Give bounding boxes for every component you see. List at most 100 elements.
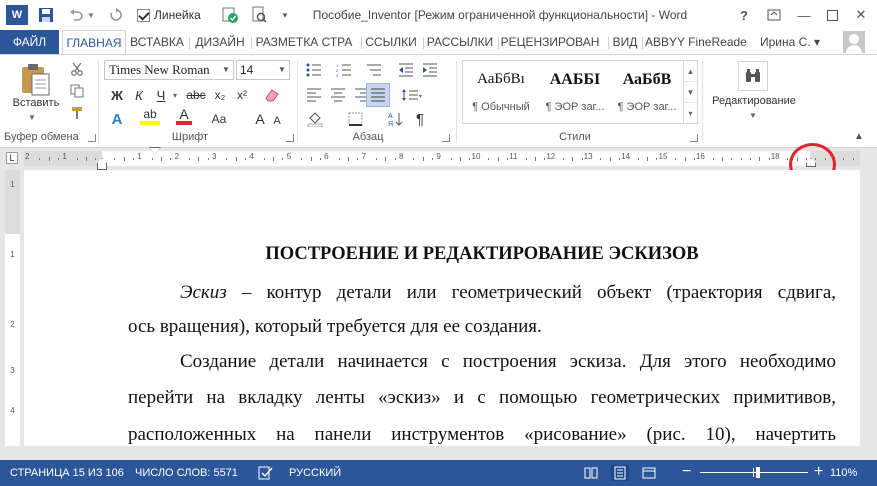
- paste-label[interactable]: Вставить: [8, 97, 64, 109]
- help-button[interactable]: ?: [732, 4, 756, 26]
- borders-button[interactable]: [344, 109, 368, 129]
- collapse-ribbon-icon[interactable]: ▲: [854, 131, 864, 142]
- ruler-tick: [123, 157, 125, 161]
- tab-insert[interactable]: ВСТАВКА: [128, 30, 186, 54]
- shrink-font-button[interactable]: A: [270, 111, 284, 131]
- page-count[interactable]: СТРАНИЦА 15 ИЗ 106: [10, 460, 124, 486]
- tab-mailings[interactable]: РАССЫЛКИ: [425, 30, 495, 54]
- document-page[interactable]: ПОСТРОЕНИЕ И РЕДАКТИРОВАНИЕ ЭСКИЗОВ Эски…: [24, 170, 860, 446]
- proofing-icon[interactable]: [258, 460, 274, 486]
- style-heading-2[interactable]: АаБбВ ¶ ЭОР заг...: [611, 61, 683, 123]
- web-layout-icon: [642, 467, 656, 479]
- justify-button[interactable]: [366, 83, 390, 107]
- horizontal-ruler[interactable]: L 2 1 1 2 3 4 5 6 7 8 9 10 11 12 13 14 15 16 18: [0, 147, 877, 170]
- styles-scroll-up-icon[interactable]: ▲: [684, 61, 697, 82]
- paragraph-launcher-icon[interactable]: [442, 134, 450, 142]
- subscript-button[interactable]: x₂: [210, 85, 230, 105]
- title-bar: W ▼ Линейка ▾ Пособие_Inventor [Режим ог…: [0, 0, 877, 30]
- bold-button[interactable]: Ж: [108, 85, 126, 105]
- tab-home[interactable]: ГЛАВНАЯ: [62, 30, 126, 55]
- align-center-button[interactable]: [328, 85, 348, 105]
- chevron-down-icon[interactable]: ▼: [275, 61, 289, 79]
- paste-button[interactable]: [18, 61, 52, 97]
- styles-scroll-down-icon[interactable]: ▼: [684, 82, 697, 103]
- font-launcher-icon[interactable]: [286, 134, 294, 142]
- editing-dropdown-icon[interactable]: ▼: [749, 111, 757, 120]
- ruler-checkbox[interactable]: [137, 8, 150, 22]
- align-left-button[interactable]: [304, 85, 324, 105]
- copy-button[interactable]: [68, 83, 86, 99]
- editing-label[interactable]: Редактирование: [706, 95, 802, 107]
- undo-button[interactable]: [68, 5, 84, 25]
- word-count[interactable]: ЧИСЛО СЛОВ: 5571: [135, 460, 238, 486]
- tab-abbyy[interactable]: ABBYY FineReader: [645, 30, 747, 54]
- clear-formatting-button[interactable]: [262, 85, 282, 105]
- style-normal[interactable]: АаБбВı ¶ Обычный: [465, 61, 537, 123]
- tab-selector[interactable]: L: [6, 152, 18, 164]
- font-name-input[interactable]: Times New Roman ▼: [104, 60, 234, 80]
- line-spacing-button[interactable]: ▾: [398, 85, 426, 105]
- zoom-slider-thumb[interactable]: [756, 467, 760, 478]
- cut-button[interactable]: [68, 61, 86, 77]
- customize-qat-icon[interactable]: ▾: [279, 5, 291, 25]
- ruler-number: 7: [361, 152, 367, 161]
- redo-button[interactable]: [108, 5, 124, 25]
- word-logo-icon[interactable]: W: [6, 5, 28, 25]
- group-separator: [702, 61, 703, 143]
- tab-view[interactable]: ВИД: [610, 30, 640, 54]
- styles-more-icon[interactable]: ▾: [684, 103, 697, 124]
- zoom-slider[interactable]: [700, 472, 808, 473]
- language-indicator[interactable]: РУССКИЙ: [289, 460, 341, 486]
- minimize-button[interactable]: —: [792, 4, 816, 26]
- bullets-button[interactable]: [304, 60, 324, 80]
- line-text: – контур детали или геометрический объек…: [226, 282, 836, 303]
- clipboard-launcher-icon[interactable]: [88, 134, 96, 142]
- tab-layout[interactable]: РАЗМЕТКА СТРА: [253, 30, 355, 54]
- paste-dropdown-icon[interactable]: ▼: [28, 113, 36, 122]
- avatar[interactable]: [843, 31, 865, 53]
- font-color-button[interactable]: A: [176, 106, 192, 125]
- web-layout-button[interactable]: [640, 465, 658, 481]
- format-painter-button[interactable]: [68, 105, 86, 121]
- ruler-number: 3: [211, 152, 217, 161]
- underline-button[interactable]: Ч: [152, 85, 170, 105]
- save-button[interactable]: [36, 5, 56, 25]
- print-layout-button[interactable]: [611, 465, 629, 481]
- decrease-indent-button[interactable]: [396, 60, 416, 80]
- tab-design[interactable]: ДИЗАЙН: [192, 30, 248, 54]
- increase-indent-button[interactable]: [420, 60, 440, 80]
- change-case-button[interactable]: Aa: [208, 109, 230, 129]
- maximize-button[interactable]: [820, 4, 844, 26]
- ruler-toggle[interactable]: Линейка: [137, 5, 207, 25]
- text-effects-button[interactable]: A: [108, 109, 126, 129]
- style-heading-1[interactable]: ААББІ ¶ ЭОР заг...: [539, 61, 611, 123]
- chevron-down-icon[interactable]: ▼: [219, 61, 233, 79]
- ribbon-display-options-button[interactable]: [762, 4, 786, 26]
- tab-references[interactable]: ССЫЛКИ: [364, 30, 418, 54]
- highlight-button[interactable]: ab: [140, 107, 160, 125]
- sort-button[interactable]: AЯ: [386, 109, 406, 129]
- numbering-button[interactable]: 123: [334, 60, 354, 80]
- close-button[interactable]: ✕: [849, 4, 873, 26]
- grow-font-button[interactable]: A: [252, 109, 268, 129]
- user-account[interactable]: Ирина С. ▾: [760, 30, 820, 54]
- undo-dropdown-icon[interactable]: ▼: [86, 5, 96, 25]
- superscript-button[interactable]: x²: [232, 85, 252, 105]
- underline-dropdown-icon[interactable]: ▾: [170, 85, 180, 105]
- styles-launcher-icon[interactable]: [690, 134, 698, 142]
- editing-button[interactable]: [738, 61, 768, 91]
- print-preview-button[interactable]: [250, 5, 268, 25]
- font-size-input[interactable]: 14 ▼: [236, 60, 290, 80]
- spelling-check-button[interactable]: [221, 5, 239, 25]
- zoom-out-button[interactable]: −: [682, 464, 691, 480]
- zoom-in-button[interactable]: +: [814, 464, 823, 480]
- read-mode-button[interactable]: [582, 465, 600, 481]
- zoom-level[interactable]: 110%: [830, 460, 857, 486]
- tab-file[interactable]: ФАЙЛ: [0, 30, 59, 54]
- multilevel-list-button[interactable]: [364, 60, 384, 80]
- strikethrough-button[interactable]: abc: [184, 85, 208, 105]
- shading-button[interactable]: [304, 109, 328, 129]
- italic-button[interactable]: К: [130, 85, 148, 105]
- tab-review[interactable]: РЕЦЕНЗИРОВАН: [500, 30, 600, 54]
- show-formatting-marks-button[interactable]: ¶: [410, 109, 430, 129]
